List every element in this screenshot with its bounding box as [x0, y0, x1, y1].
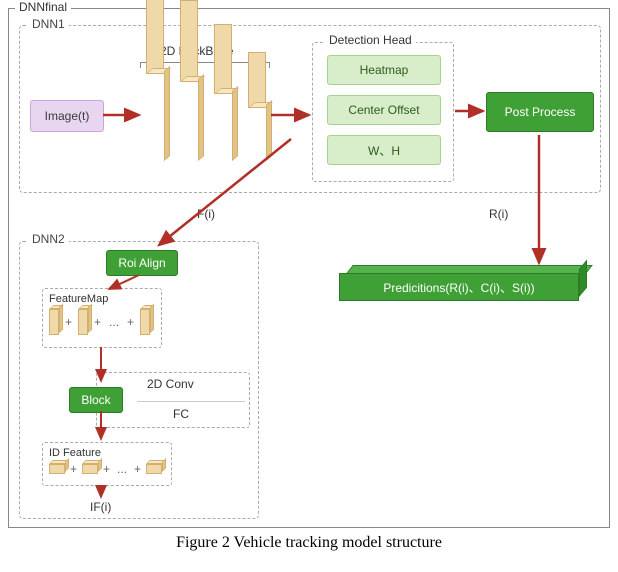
ellipsis: ...	[115, 462, 129, 476]
id-feature-box: ID Feature + + ... +	[42, 442, 172, 486]
roi-label: Roi Align	[118, 256, 165, 270]
idf-tensor	[82, 464, 98, 474]
ifi-label: IF(i)	[90, 500, 111, 514]
dnn2-box: DNN2 Roi Align FeatureMap + + ... + Bloc…	[19, 241, 259, 519]
detection-heatmap: Heatmap	[327, 55, 441, 85]
fm-tensor	[49, 309, 59, 335]
fi-label: F(i)	[197, 207, 215, 221]
detection-head-title: Detection Head	[325, 33, 416, 47]
fm-tensor	[78, 309, 88, 335]
det-item-label: Center Offset	[348, 103, 419, 117]
plus-icon: +	[63, 315, 74, 329]
fm-tensor	[140, 309, 150, 335]
image-input-label: Image(t)	[45, 109, 90, 123]
id-feature-label: ID Feature	[49, 447, 165, 459]
post-process-block: Post Process	[486, 92, 594, 132]
predictions-box: Predicitions(R(i)、C(i)、S(i))	[339, 265, 587, 301]
block-box: Block 2D Conv FC	[96, 372, 250, 428]
dnnfinal-title: DNNfinal	[15, 0, 71, 14]
block-divider	[137, 401, 245, 402]
dnn2-title: DNN2	[28, 232, 69, 246]
detection-head-box: Detection Head Heatmap Center Offset W、H	[312, 42, 454, 182]
feature-map-box: FeatureMap + + ... +	[42, 288, 162, 348]
conv2d-label: 2D Conv	[147, 377, 194, 391]
detection-wh: W、H	[327, 135, 441, 165]
idf-tensor	[49, 464, 65, 474]
plus-icon: +	[92, 315, 103, 329]
roi-align-block: Roi Align	[106, 250, 178, 276]
id-feature-row: + + ... +	[49, 462, 165, 476]
dnn1-box: DNN1 Image(t) 2D BackBone Detection Head…	[19, 25, 601, 193]
post-process-label: Post Process	[505, 105, 576, 119]
ellipsis: ...	[107, 315, 121, 329]
predictions-label: Predicitions(R(i)、C(i)、S(i))	[383, 279, 534, 296]
feature-map-row: + + ... +	[49, 309, 155, 335]
image-input: Image(t)	[30, 100, 104, 132]
idf-tensor	[146, 464, 162, 474]
feature-map-label: FeatureMap	[49, 293, 155, 305]
plus-icon: +	[125, 315, 136, 329]
det-item-label: Heatmap	[360, 63, 409, 77]
dnnfinal-container: DNNfinal DNN1 Image(t) 2D BackBone Detec…	[8, 8, 610, 528]
dnn1-title: DNN1	[28, 17, 69, 31]
detection-center-offset: Center Offset	[327, 95, 441, 125]
plus-icon: +	[132, 462, 143, 476]
det-item-label: W、H	[368, 142, 400, 159]
figure-caption: Figure 2 Vehicle tracking model structur…	[8, 534, 610, 552]
plus-icon: +	[101, 462, 112, 476]
ri-label: R(i)	[489, 207, 508, 221]
block-text: Block	[81, 393, 110, 407]
plus-icon: +	[68, 462, 79, 476]
block-label: Block	[69, 387, 123, 413]
fc-label: FC	[173, 407, 189, 421]
